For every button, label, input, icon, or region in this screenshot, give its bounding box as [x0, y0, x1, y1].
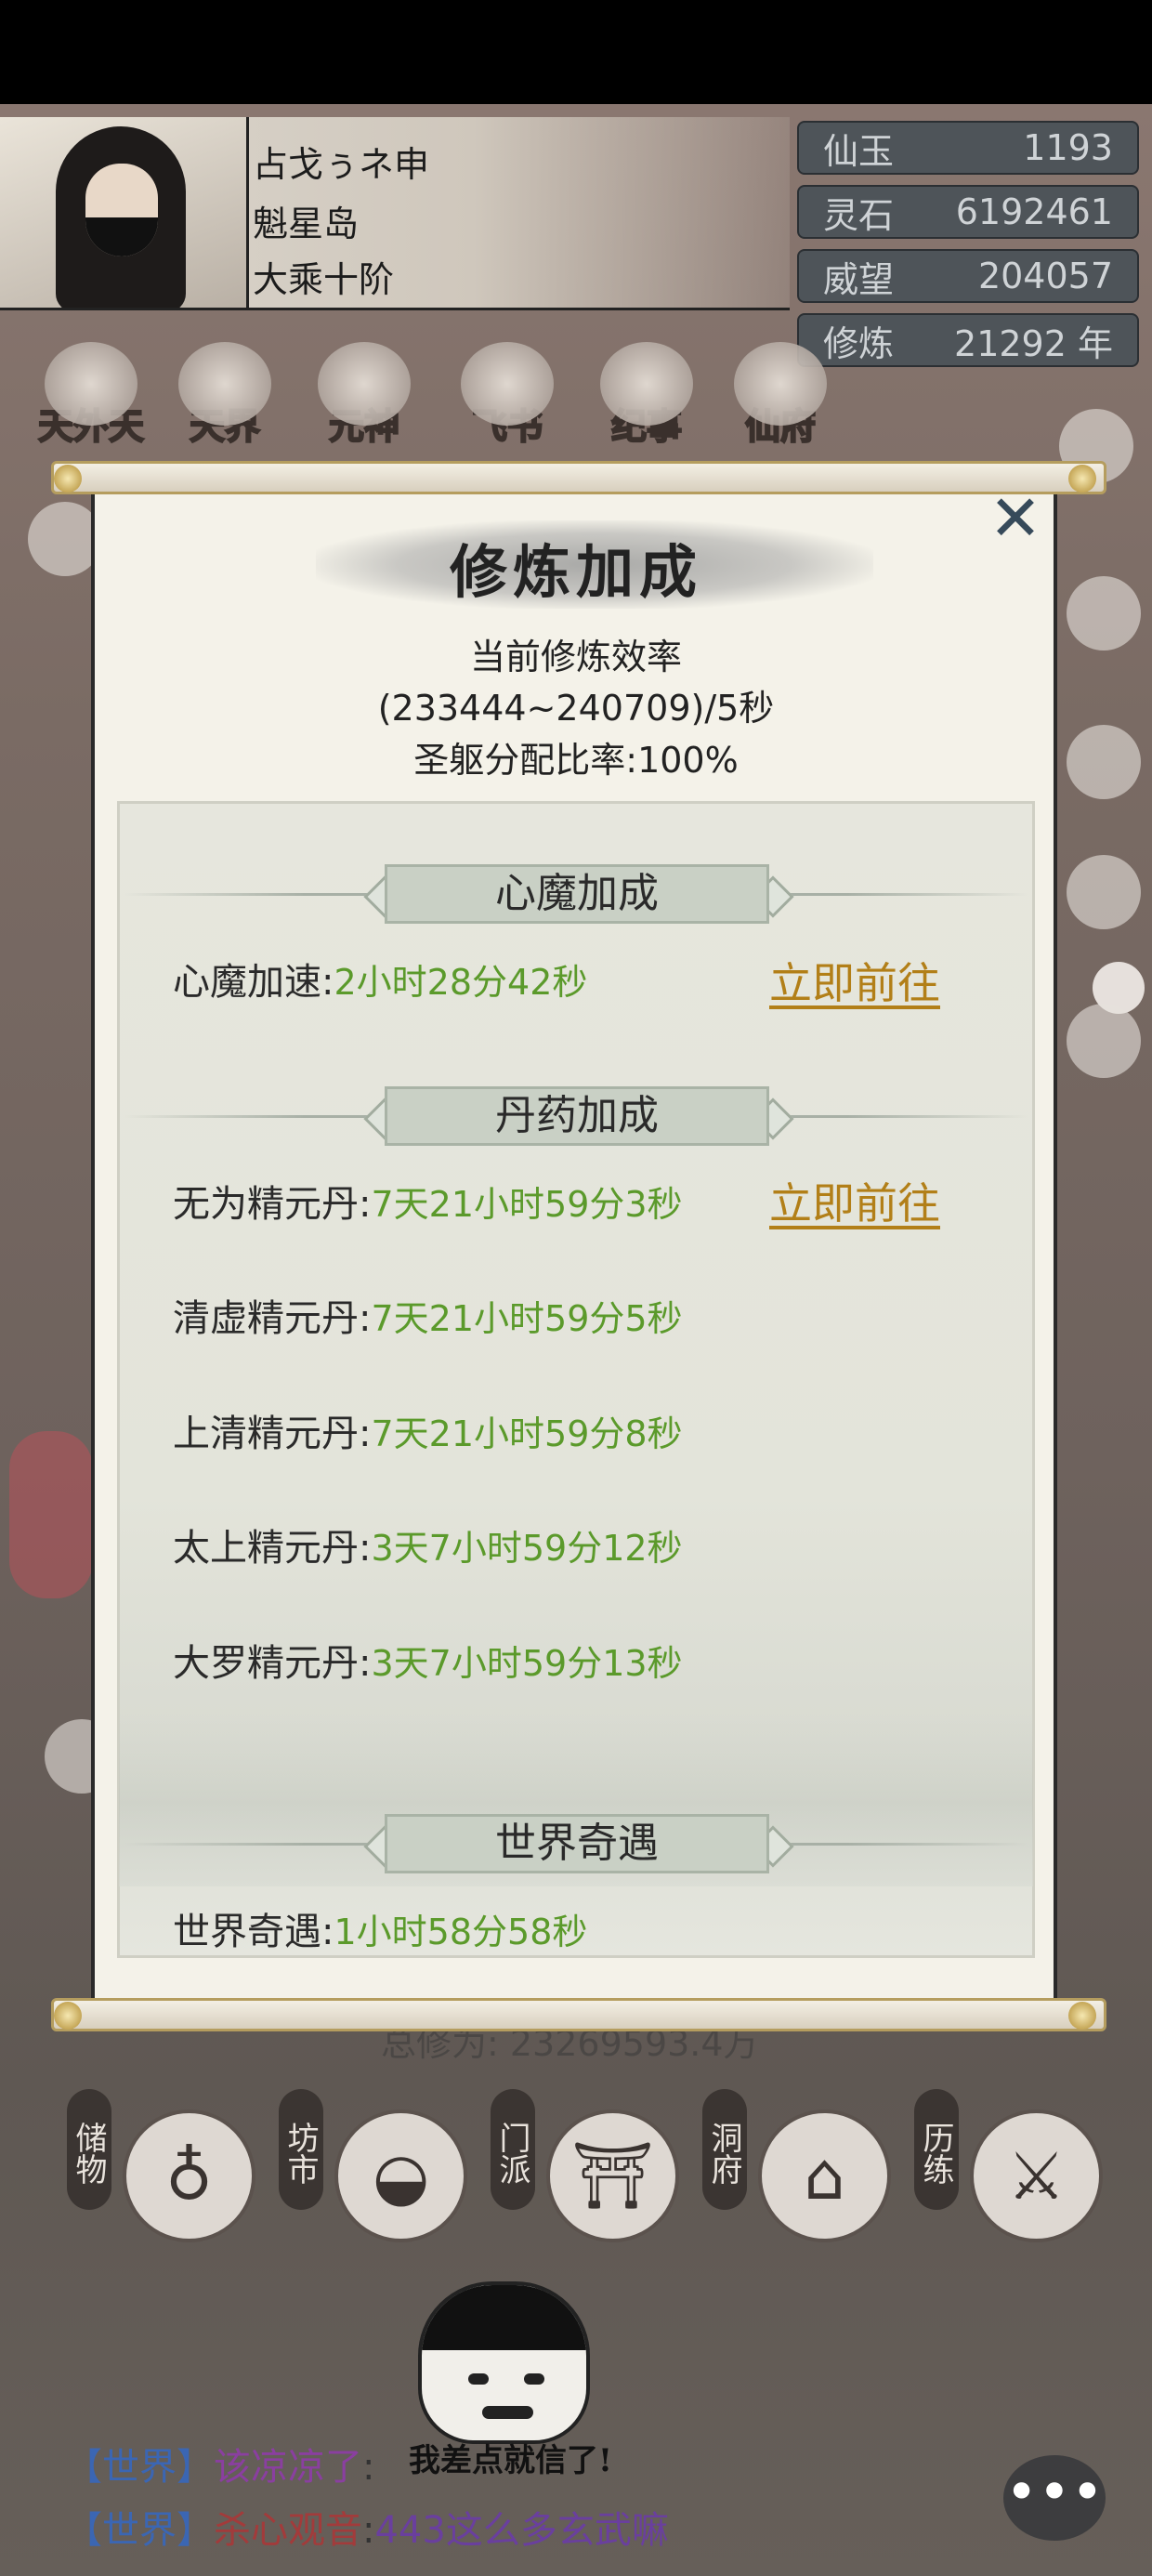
chat-separator: :	[362, 2446, 375, 2489]
side-menu-icon[interactable]	[1067, 725, 1141, 799]
efficiency-label: 当前修炼效率	[469, 637, 682, 677]
pavilion-icon	[734, 342, 827, 426]
bonus-label: 上清精元丹:	[173, 1413, 372, 1455]
nav-xianfu[interactable]: 仙府	[725, 342, 836, 453]
bonus-timer: 3天7小时59分13秒	[371, 1643, 683, 1684]
player-name: 占戈ぅネ申	[253, 144, 430, 185]
nav-label: 历练	[914, 2089, 959, 2210]
chat-message[interactable]: 【世界】杀心观音:443这么多玄武嘛	[65, 2500, 669, 2554]
chat-message[interactable]: 【世界】该凉凉了:	[65, 2437, 374, 2491]
nav-tianjie[interactable]: 天界	[169, 342, 281, 453]
nav-training[interactable]: 历练 ⚔	[914, 2089, 1109, 2242]
resource-label: 灵石	[823, 194, 895, 236]
bonus-label: 无为精元丹:	[173, 1183, 372, 1226]
bonus-row-pill: 大罗精元丹:3天7小时59分13秒	[173, 1640, 730, 1687]
chat-sender[interactable]: 杀心观音	[214, 2509, 362, 2552]
bonus-row-heart-demon: 心魔加速:2小时28分42秒	[173, 959, 730, 1005]
wings-icon	[178, 342, 271, 426]
bonus-row-world: 世界奇遇:1小时58分58秒	[173, 1909, 730, 1955]
bonus-label: 太上精元丹:	[173, 1527, 372, 1570]
nav-yuanshen[interactable]: 元神	[308, 342, 420, 453]
chat-sender[interactable]: 该凉凉了	[214, 2446, 362, 2489]
scroll-rod-top	[51, 461, 1106, 494]
player-location: 魁星岛	[253, 204, 360, 244]
bonus-label: 大罗精元丹:	[173, 1642, 372, 1685]
side-menu-icon[interactable]	[1067, 576, 1141, 651]
envelope-icon	[461, 342, 554, 426]
resource-weiwang[interactable]: 威望 204057	[797, 249, 1139, 303]
resource-xiulian[interactable]: 修炼 21292 年	[797, 313, 1139, 367]
bonus-row-pill: 无为精元丹:7天21小时59分3秒	[173, 1181, 730, 1228]
phoenix-icon	[45, 342, 137, 426]
scroll-icon	[600, 342, 693, 426]
resource-value: 21292 年	[954, 322, 1113, 364]
nav-cave[interactable]: 洞府 ⌂	[702, 2089, 897, 2242]
player-realm: 大乘十阶	[253, 259, 395, 300]
nav-label: 储物	[67, 2089, 111, 2210]
chat-channel: 【世界】	[65, 2509, 214, 2552]
nav-tianwaitian[interactable]: 天外天	[35, 342, 147, 453]
bonus-timer: 3天7小时59分12秒	[371, 1528, 683, 1569]
goto-heart-demon-link[interactable]: 立即前往	[769, 950, 940, 1011]
pavilion-icon: ⌂	[758, 2109, 891, 2242]
scroll-knob	[54, 2002, 82, 2030]
resource-value: 1193	[1023, 127, 1113, 168]
scroll-knob	[1068, 2002, 1096, 2030]
nav-sect[interactable]: 门派 ⛩	[491, 2089, 686, 2242]
scroll-knob	[54, 465, 82, 493]
resource-label: 威望	[823, 258, 895, 300]
resource-value: 6192461	[955, 191, 1113, 232]
bonus-label: 清虚精元丹:	[173, 1297, 372, 1340]
resource-value: 204057	[977, 256, 1113, 296]
chat-bubble-icon[interactable]: •••	[1003, 2455, 1106, 2541]
meme-caption: 我差点就信了!	[409, 2442, 612, 2479]
scroll-rod-bottom	[51, 1998, 1106, 2031]
character-figure	[9, 1431, 93, 1598]
bonus-row-pill: 上清精元丹:7天21小时59分8秒	[173, 1411, 730, 1457]
nav-feishu[interactable]: 飞书	[452, 342, 563, 453]
bonus-label: 心魔加速:	[173, 961, 334, 1004]
bonus-row-pill: 清虚精元丹:7天21小时59分5秒	[173, 1295, 730, 1342]
allocation-ratio: 圣躯分配比率:100%	[413, 740, 739, 781]
nav-jishi[interactable]: 纪事	[591, 342, 702, 453]
efficiency-value: (233444~240709)/5秒	[377, 688, 775, 729]
bonus-timer: 1小时58分58秒	[334, 1912, 588, 1952]
goto-pills-link[interactable]: 立即前往	[769, 1170, 940, 1231]
section-title-world: 世界奇遇	[385, 1814, 769, 1873]
gate-icon: ⛩	[546, 2109, 679, 2242]
resource-label: 仙玉	[823, 130, 895, 172]
chat-channel: 【世界】	[65, 2446, 214, 2489]
nav-label: 坊市	[279, 2089, 323, 2210]
nav-market[interactable]: 坊市 ◒	[279, 2089, 474, 2242]
status-bar	[0, 0, 1152, 104]
side-menu-icon[interactable]	[1067, 1004, 1141, 1078]
bonus-timer: 2小时28分42秒	[334, 962, 588, 1003]
bonus-timer: 7天21小时59分3秒	[371, 1184, 683, 1225]
section-title-pills: 丹药加成	[385, 1086, 769, 1146]
dialog-title: 修炼加成	[449, 538, 702, 606]
section-title-heart-demon: 心魔加成	[385, 864, 769, 924]
chat-text: 443这么多玄武嘛	[374, 2509, 669, 2552]
nav-storage[interactable]: 储物 ♁	[67, 2089, 262, 2242]
spirit-icon	[318, 342, 411, 426]
side-menu-icon[interactable]	[1067, 855, 1141, 929]
resource-lingshi[interactable]: 灵石 6192461	[797, 185, 1139, 239]
scroll-knob	[1068, 465, 1096, 493]
bonus-label: 世界奇遇:	[173, 1911, 334, 1953]
meme-sticker	[418, 2281, 590, 2444]
ingot-icon: ◒	[334, 2109, 467, 2242]
bag-icon: ♁	[123, 2109, 255, 2242]
chat-separator: :	[362, 2509, 375, 2552]
close-icon[interactable]: ✕	[987, 488, 1044, 551]
avatar[interactable]	[0, 117, 249, 308]
bonus-row-pill: 太上精元丹:3天7小时59分12秒	[173, 1525, 730, 1571]
bonus-timer: 7天21小时59分8秒	[371, 1413, 683, 1454]
bonus-timer: 7天21小时59分5秒	[371, 1298, 683, 1339]
swords-icon: ⚔	[970, 2109, 1103, 2242]
nav-label: 门派	[491, 2089, 535, 2210]
nav-label: 洞府	[702, 2089, 747, 2210]
resource-xianyu[interactable]: 仙玉 1193	[797, 121, 1139, 175]
